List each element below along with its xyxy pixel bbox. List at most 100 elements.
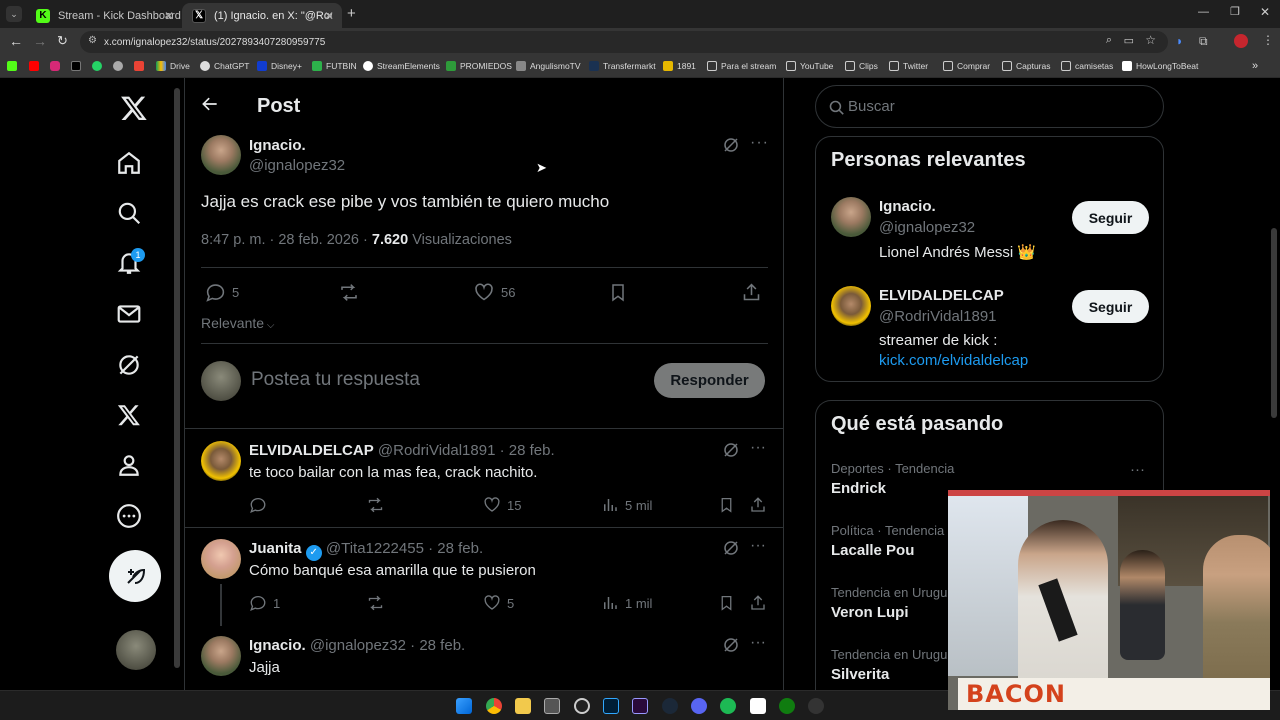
reply-views-action[interactable]: 1 mil [601,594,652,612]
bookmark-camisetas[interactable]: camisetas [1061,61,1113,71]
reply-avatar[interactable] [201,636,241,676]
premiere-icon[interactable] [632,698,648,714]
follow-button[interactable]: Seguir [1072,290,1149,323]
cloud-bookmark-icon[interactable] [113,61,127,71]
reply-item[interactable]: Ignacio. @ignalopez32 · 28 feb. ··· Jajj… [185,626,783,690]
compose-post-button[interactable] [109,550,161,602]
gmail-bookmark-icon[interactable] [134,61,148,71]
reply-more-icon[interactable]: ··· [750,439,766,457]
reply-author-name[interactable]: Juanita [249,540,302,557]
discord-icon[interactable] [691,698,707,714]
grok-explain-icon[interactable] [722,636,740,659]
bookmark-disney[interactable]: Disney+ [257,61,302,71]
reply-author-handle[interactable]: @Tita1222455 [326,540,424,557]
post-author-name[interactable]: Ignacio. [249,137,306,154]
xbox-icon[interactable] [779,698,795,714]
reply-like-action[interactable]: 15 [483,496,521,514]
instagram-bookmark-icon[interactable] [50,61,64,71]
page-scrollbar[interactable] [174,88,180,668]
post-more-icon[interactable]: ··· [750,134,769,152]
x-logo-icon[interactable] [117,91,151,125]
file-explorer-icon[interactable] [515,698,531,714]
like-action[interactable]: 56 [473,282,515,303]
reply-bookmark-action[interactable] [718,594,741,612]
reply-author-name[interactable]: Ignacio. [249,637,306,654]
cast-icon[interactable]: ▭ [1124,34,1134,47]
notion-icon[interactable] [750,698,766,714]
reply-repost-action[interactable] [366,594,391,612]
grok-explain-icon[interactable] [722,539,740,562]
obs-icon[interactable] [574,698,590,714]
extension-icon[interactable]: ◗ [1176,34,1183,48]
reply-repost-action[interactable] [366,496,391,514]
repost-action[interactable] [338,282,366,303]
bookmark-angulismotv[interactable]: AngulismoTV [516,61,581,71]
reply-avatar[interactable] [201,539,241,579]
follow-button[interactable]: Seguir [1072,201,1149,234]
post-author-handle[interactable]: @ignalopez32 [249,157,345,174]
spotify-icon[interactable] [720,698,736,714]
bookmark-1891[interactable]: 1891 [663,61,696,71]
person-avatar[interactable] [831,286,871,326]
bookmark-promiedos[interactable]: PROMIEDOS [446,61,512,71]
url-bar[interactable]: ⚙ x.com/ignalopez32/status/2027893407280… [80,31,1168,53]
reply-bookmark-action[interactable] [718,496,741,514]
search-box[interactable]: Buscar [815,85,1164,128]
messages-icon[interactable] [112,297,146,331]
snipping-tool-icon[interactable] [544,698,560,714]
reply-more-icon[interactable]: ··· [750,634,766,652]
steam-icon[interactable] [662,698,678,714]
window-close-button[interactable]: ✕ [1260,5,1270,19]
x-bookmark-icon[interactable] [71,61,85,71]
bookmark-streamelements[interactable]: StreamElements [363,61,440,71]
windows-start-icon[interactable] [456,698,472,714]
more-options-icon[interactable] [112,499,146,533]
person-bio-link[interactable]: kick.com/elvidaldelcap [879,352,1028,369]
reply-like-action[interactable]: 5 [483,594,514,612]
reply-author-handle[interactable]: @RodriVidal1891 [378,442,496,459]
account-avatar[interactable] [116,630,156,670]
maximize-button[interactable]: ❐ [1230,5,1240,18]
kick-bookmark-icon[interactable] [7,61,21,71]
bookmark-comprar[interactable]: Comprar [943,61,990,71]
forward-icon[interactable]: → [33,33,47,49]
bookmark-action[interactable] [608,282,634,303]
bookmark-drive[interactable]: Drive [156,61,190,71]
tab-x-post[interactable]: 𝕏 (1) Ignacio. en X: "@RodriVidal1 ✕ [182,3,342,28]
reply-item[interactable]: ELVIDALDELCAP @RodriVidal1891 · 28 feb. … [185,429,783,527]
reply-author-handle[interactable]: @ignalopez32 [310,637,406,654]
site-info-icon[interactable]: ⚙ [88,35,97,46]
bookmark-twitter[interactable]: Twitter [889,61,928,71]
share-action[interactable] [741,282,768,303]
zoom-icon[interactable]: ⌕ [1106,34,1112,47]
tab-kick-dashboard[interactable]: K Stream - Kick Dashboard ✕ [26,3,182,28]
home-icon[interactable] [112,146,146,180]
browser-menu-icon[interactable]: ⋮ [1262,33,1274,47]
reply-author-name[interactable]: ELVIDALDELCAP [249,442,374,459]
back-icon[interactable]: ← [9,33,23,49]
minimize-button[interactable]: — [1198,6,1209,18]
person-name[interactable]: ELVIDALDELCAP [879,287,1004,304]
tab-search-button[interactable]: ⌄ [6,6,22,22]
reply-reply-action[interactable] [249,496,273,514]
reply-button[interactable]: Responder [654,363,765,398]
bookmark-youtube-folder[interactable]: YouTube [786,61,833,71]
trend-more-icon[interactable]: ··· [1130,461,1145,478]
profile-icon[interactable] [112,448,146,482]
youtube-bookmark-icon[interactable] [29,61,43,71]
sort-dropdown[interactable]: Relevante ⌵ [201,315,274,331]
close-icon[interactable]: ✕ [324,9,334,23]
grok-icon[interactable] [112,348,146,382]
profile-avatar-icon[interactable] [1234,34,1248,48]
extensions-puzzle-icon[interactable]: ⧉ [1199,34,1208,49]
bookmark-capturas[interactable]: Capturas [1002,61,1051,71]
reply-date[interactable]: · 28 feb. [428,540,483,557]
bookmark-star-icon[interactable]: ☆ [1145,33,1156,47]
reply-action[interactable]: 5 [205,282,239,303]
photoshop-icon[interactable] [603,698,619,714]
reply-views-action[interactable]: 5 mil [601,496,652,514]
whatsapp-bookmark-icon[interactable] [92,61,106,71]
post-time[interactable]: 8:47 p. m. · 28 feb. 2026 · [201,232,368,248]
grok-explain-icon[interactable] [722,136,740,159]
page-right-scrollbar[interactable] [1271,228,1277,418]
